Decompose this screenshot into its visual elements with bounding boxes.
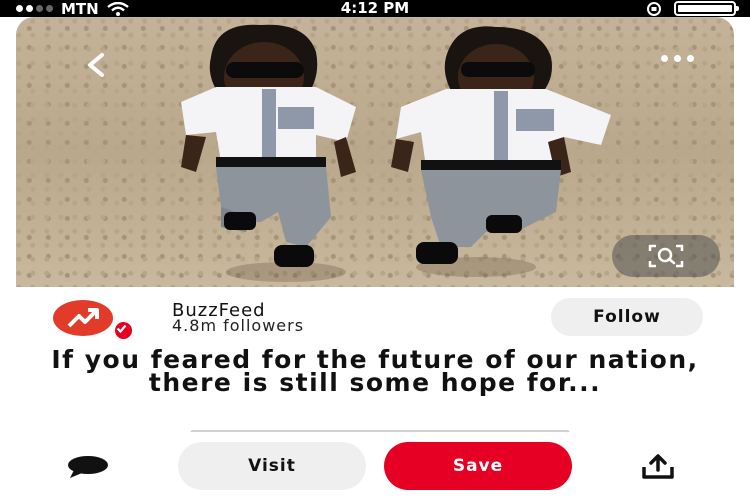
buzzfeed-logo [53, 300, 113, 336]
more-icon[interactable] [661, 55, 694, 62]
battery-icon [674, 1, 739, 16]
visit-button[interactable]: Visit [178, 442, 366, 490]
creator-avatar[interactable] [53, 300, 134, 341]
verified-badge-icon [113, 320, 134, 341]
trending-arrow-icon [67, 308, 99, 328]
comment-icon[interactable] [66, 455, 110, 479]
visual-search-button[interactable] [612, 235, 720, 277]
pin-image[interactable] [16, 17, 734, 287]
save-button[interactable]: Save [384, 442, 572, 490]
visual-search-icon [648, 244, 684, 268]
status-bar: MTN 4:12 PM [0, 0, 750, 18]
clock: 4:12 PM [340, 0, 410, 17]
bottom-action-bar [0, 432, 750, 500]
follow-button[interactable]: Follow [551, 298, 703, 336]
share-icon[interactable] [640, 454, 676, 480]
status-right [646, 0, 739, 17]
back-icon[interactable] [76, 45, 116, 85]
orientation-lock-icon [647, 1, 661, 16]
follower-count: 4.8m followers [172, 316, 305, 335]
pin-title: If you feared for the future of our nati… [51, 345, 699, 397]
